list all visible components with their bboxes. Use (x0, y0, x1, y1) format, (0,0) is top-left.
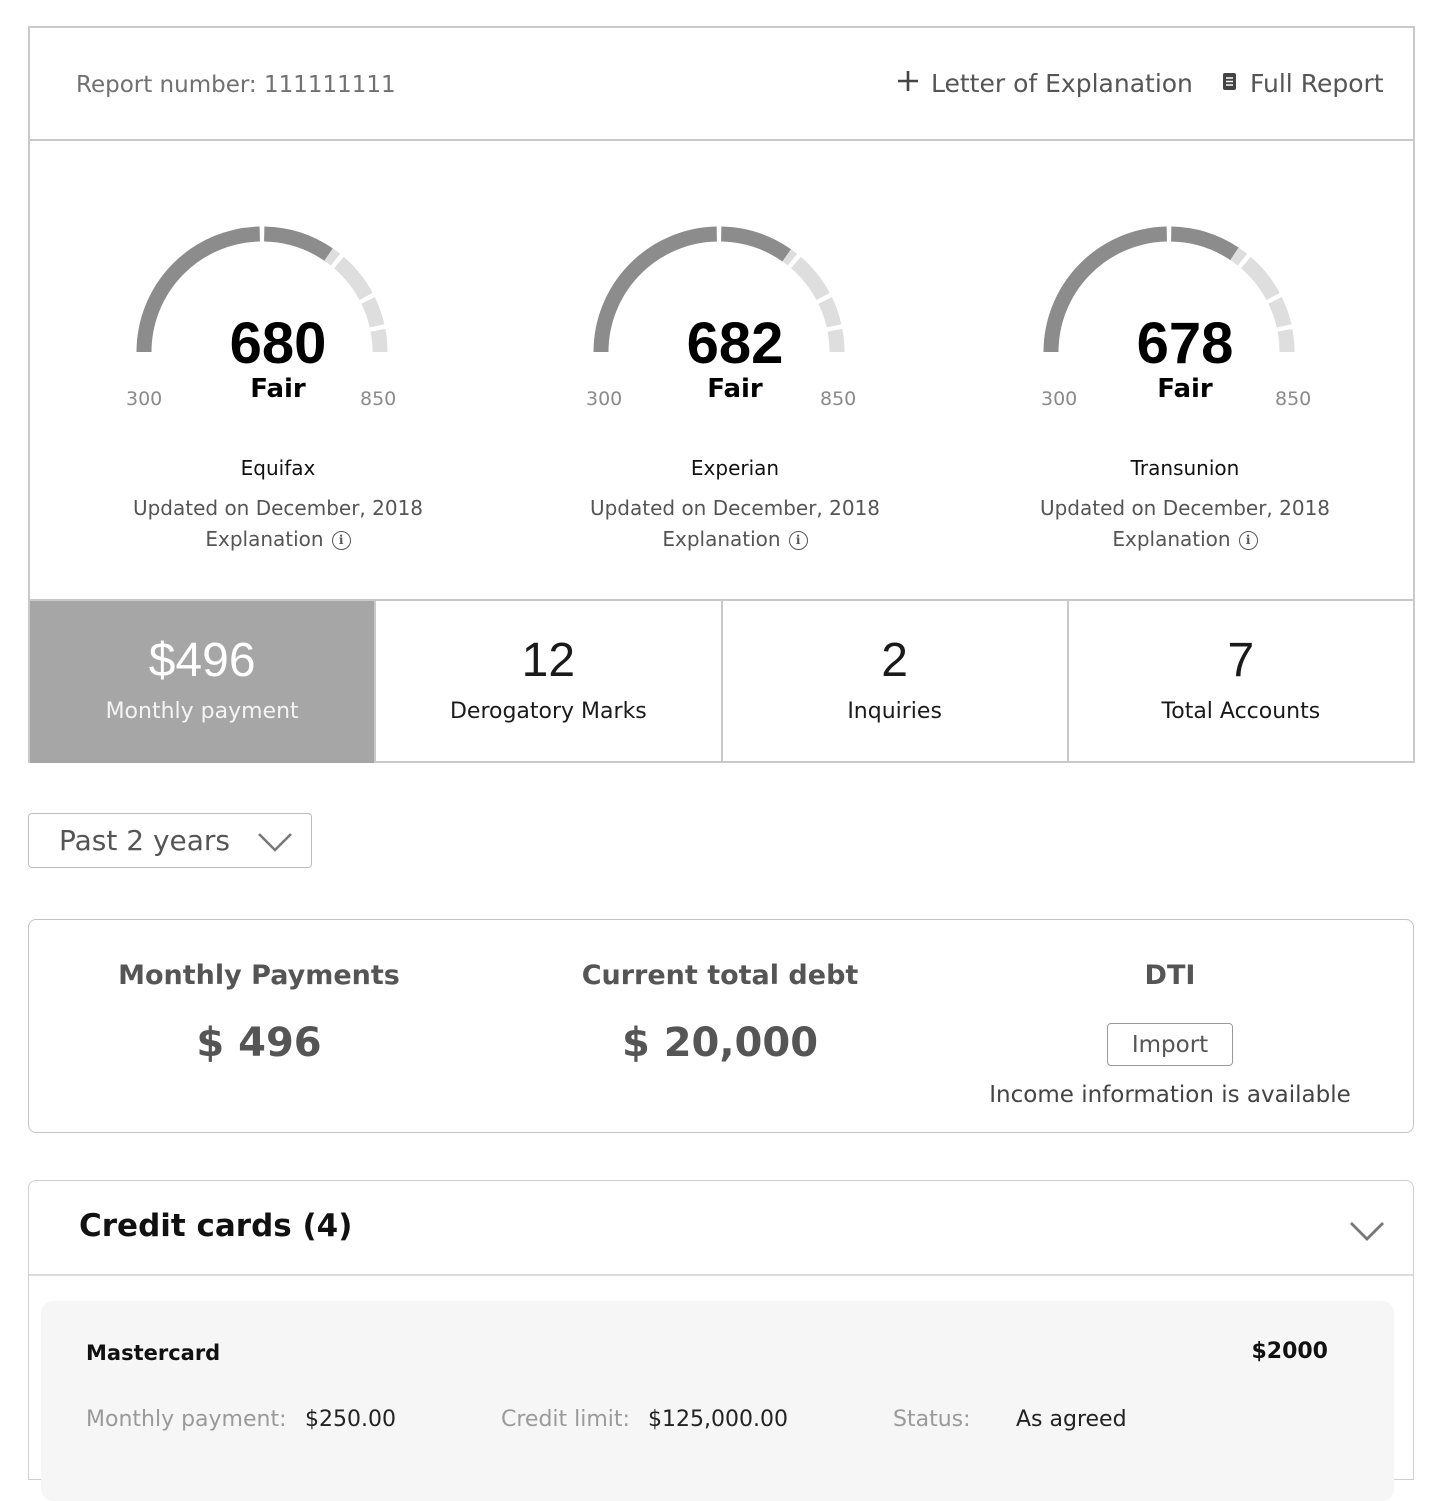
info-icon: i (331, 531, 351, 550)
credit-cards-section: Credit cards (4) Mastercard $2000 Monthl… (28, 1180, 1414, 1501)
card-name: Mastercard (86, 1341, 221, 1365)
bureau-name: Equifax (240, 456, 316, 480)
gauge-transunion: 678 Fair 300 850 Transunion Updated on D… (1035, 218, 1335, 578)
report-header: Report number: 111111111 Letter of Expla… (30, 28, 1413, 141)
gauge-empty-segment (324, 248, 341, 266)
letter-of-explanation-label: Letter of Explanation (931, 69, 1193, 98)
info-icon: i (1238, 531, 1258, 550)
explanation-link[interactable]: Explanation i (128, 527, 428, 551)
explanation-link[interactable]: Explanation i (585, 527, 885, 551)
tile-monthly-payment[interactable]: $496 Monthly payment (30, 601, 375, 763)
total-debt-value: $ 20,000 (621, 1020, 819, 1066)
explanation-label: Explanation (662, 527, 781, 551)
explanation-label: Explanation (205, 527, 324, 551)
monthly-payments-heading: Monthly Payments (118, 960, 400, 991)
full-report-label: Full Report (1250, 69, 1384, 98)
credit-card-item[interactable]: Mastercard $2000 Monthly payment: $250.0… (41, 1301, 1394, 1501)
time-range-value: Past 2 years (59, 824, 231, 857)
gauge-filled-segment (1170, 226, 1239, 261)
tile-label: Inquiries (847, 699, 942, 724)
time-range-dropdown[interactable]: Past 2 years (28, 813, 312, 868)
gauge-empty-segment (790, 256, 830, 301)
tile-value: 2 (881, 634, 908, 687)
plus-icon (897, 69, 919, 98)
letter-of-explanation-button[interactable]: Letter of Explanation (897, 69, 1193, 98)
gauge-max: 850 (360, 388, 397, 410)
gauge-min: 300 (126, 388, 163, 410)
chevron-down-icon[interactable] (1349, 1219, 1385, 1247)
monthly-payments-value: $ 496 (196, 1020, 322, 1066)
gauge-min: 300 (1041, 388, 1078, 410)
gauge-max: 850 (1275, 388, 1312, 410)
tile-value: 12 (521, 634, 576, 687)
gauge-max: 850 (820, 388, 857, 410)
tile-value: 7 (1227, 634, 1255, 687)
tile-inquiries[interactable]: 2 Inquiries (720, 601, 1067, 763)
updated-date: Updated on December, 2018 (1039, 496, 1331, 520)
status-value: As agreed (1016, 1407, 1127, 1432)
gauge-empty-segment (1240, 256, 1280, 301)
explanation-link[interactable]: Explanation i (1035, 527, 1335, 551)
credit-limit-value: $125,000.00 (648, 1407, 788, 1432)
updated-date: Updated on December, 2018 (589, 496, 881, 520)
stat-tiles: $496 Monthly payment 12 Derogatory Marks… (30, 599, 1413, 763)
full-report-button[interactable]: Full Report (1222, 69, 1384, 98)
tile-derogatory-marks[interactable]: 12 Derogatory Marks (374, 601, 720, 763)
bureau-name: Experian (690, 456, 780, 480)
tile-label: Total Accounts (1161, 699, 1321, 724)
dti-heading: DTI (1144, 960, 1196, 991)
document-icon (1222, 69, 1238, 98)
gauge-empty-segment (1230, 247, 1248, 266)
gauge-filled-segment (263, 226, 333, 261)
gauge-equifax: 680 Fair 300 850 Equifax Updated on Dece… (126, 218, 428, 578)
tile-value: $496 (148, 634, 256, 687)
status-label: Status: (893, 1407, 971, 1432)
chevron-down-icon (257, 828, 293, 858)
gauge-min: 300 (586, 388, 623, 410)
tile-total-accounts[interactable]: 7 Total Accounts (1066, 601, 1413, 763)
credit-score: 682 (686, 311, 784, 376)
gauge-filled-segment (720, 226, 792, 262)
credit-cards-title: Credit cards (4) (79, 1208, 353, 1244)
credit-report-card: Report number: 111111111 Letter of Expla… (28, 26, 1415, 763)
updated-date: Updated on December, 2018 (132, 496, 424, 520)
credit-cards-header[interactable]: Credit cards (4) (29, 1181, 1413, 1276)
explanation-label: Explanation (1112, 527, 1231, 551)
card-balance: $2000 (1251, 1339, 1328, 1364)
report-number: Report number: 111111111 (76, 72, 396, 98)
tile-label: Monthly payment (105, 699, 299, 724)
total-debt-heading: Current total debt (581, 960, 859, 991)
bureau-name: Transunion (1130, 456, 1240, 480)
credit-score: 678 (1136, 311, 1234, 376)
import-button[interactable]: Import (1107, 1023, 1233, 1066)
gauge-experian: 682 Fair 300 850 Experian Updated on Dec… (585, 218, 885, 578)
gauge-empty-segment (782, 249, 798, 266)
tile-label: Derogatory Marks (449, 699, 647, 724)
income-info-note: Income information is available (989, 1082, 1351, 1108)
debt-summary-card: Monthly Payments $ 496 Current total deb… (28, 919, 1414, 1133)
monthly-payment-label: Monthly payment: (86, 1407, 287, 1432)
gauge-empty-segment (333, 256, 373, 301)
credit-limit-label: Credit limit: (501, 1407, 630, 1432)
credit-score: 680 (229, 311, 327, 376)
monthly-payment-value: $250.00 (305, 1407, 396, 1432)
info-icon: i (788, 531, 808, 550)
